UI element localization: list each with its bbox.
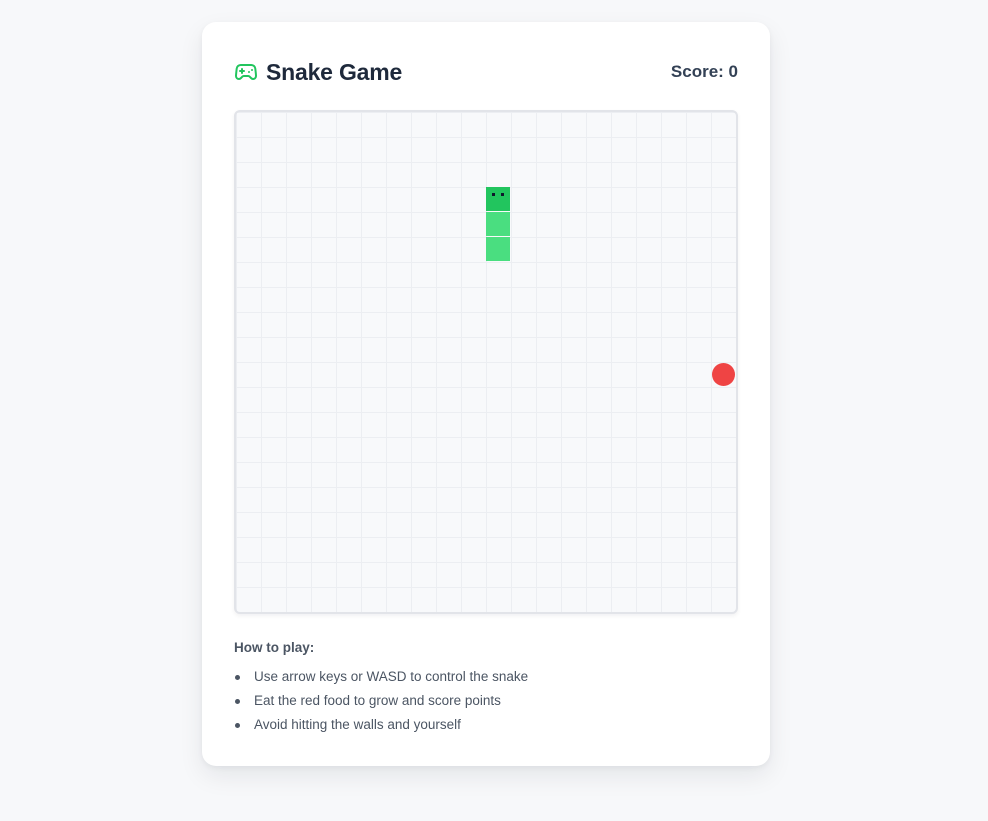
instruction-item: Use arrow keys or WASD to control the sn…: [234, 665, 738, 689]
instruction-item: Eat the red food to grow and score point…: [234, 689, 738, 713]
instructions-title: How to play:: [234, 640, 315, 655]
gamepad-icon: [234, 60, 258, 84]
snake-eye: [501, 193, 504, 196]
snake-body-segment: [486, 212, 510, 236]
food-item: [712, 363, 735, 386]
game-card: Snake Game Score: 0 How to play: Use arr…: [202, 22, 770, 766]
page-title: Snake Game: [266, 58, 403, 85]
score-display: Score: 0: [670, 62, 738, 81]
instruction-item: Avoid hitting the walls and yourself: [234, 713, 738, 737]
snake-head: [486, 187, 510, 211]
snake-body-segment: [486, 237, 510, 261]
game-header: Snake Game Score: 0: [234, 56, 738, 88]
instructions-list: Use arrow keys or WASD to control the sn…: [234, 665, 738, 737]
instructions-panel: How to play: Use arrow keys or WASD to c…: [234, 640, 738, 737]
game-board[interactable]: [234, 110, 738, 614]
title-group: Snake Game: [234, 59, 402, 86]
snake-eye: [492, 193, 495, 196]
